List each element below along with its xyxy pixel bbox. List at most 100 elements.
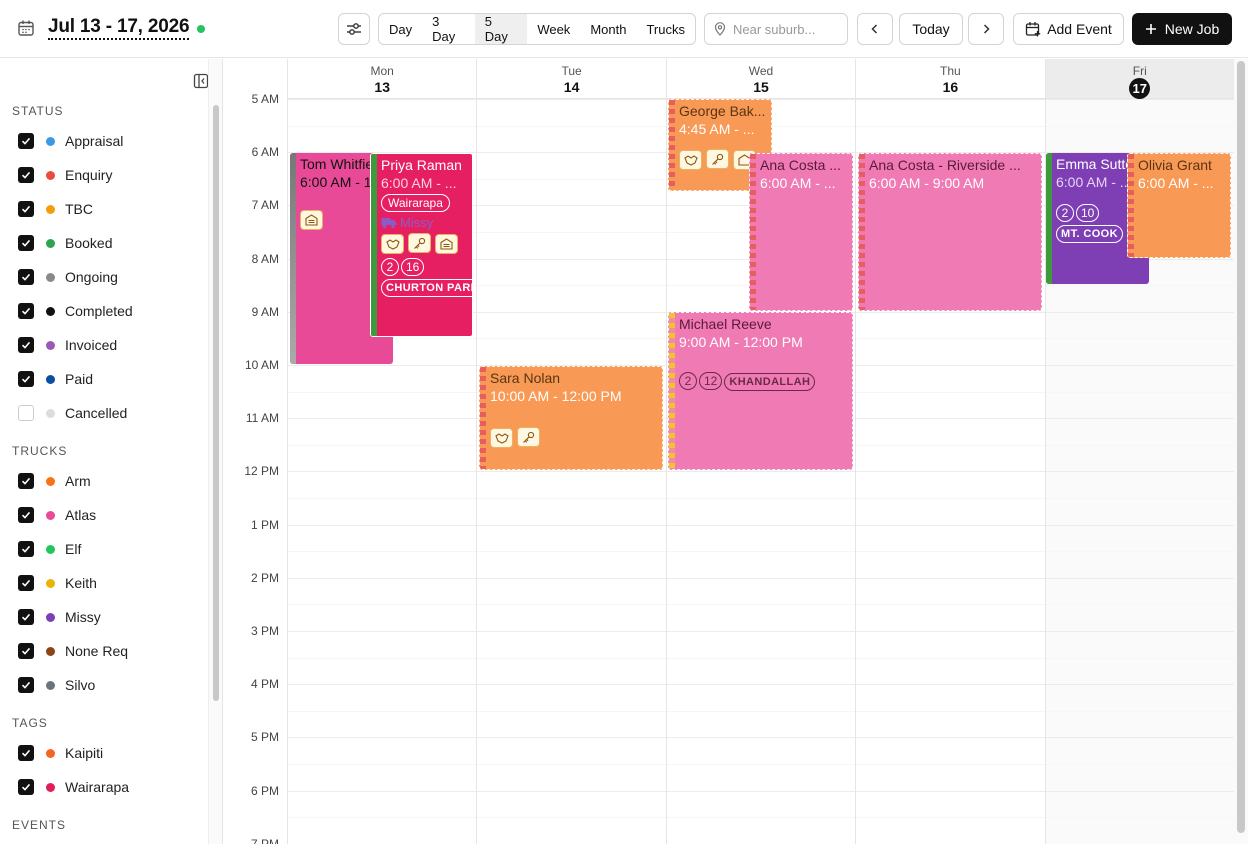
hour-label: 6 PM	[250, 783, 279, 798]
filter-label: Completed	[65, 303, 133, 319]
event-ana-costa-wed[interactable]: Ana Costa ... 6:00 AM - ...	[749, 153, 853, 311]
status-filter-paid[interactable]: Paid	[18, 369, 93, 389]
event-priya-raman[interactable]: Priya Raman 6:00 AM - ... Wairarapa Miss…	[370, 153, 473, 337]
event-time: 4:45 AM - ...	[679, 121, 755, 137]
filter-label: Wairarapa	[65, 779, 130, 795]
event-title: Priya Raman	[381, 157, 462, 173]
view-3day-button[interactable]: 3 Day	[422, 14, 475, 44]
checkbox[interactable]	[18, 643, 34, 659]
status-filter-ongoing[interactable]: Ongoing	[18, 267, 118, 287]
day-number: 13	[374, 79, 390, 95]
tag-pill: Wairarapa	[381, 194, 450, 212]
day-name: Wed	[748, 64, 774, 78]
half-hour-gridline	[288, 710, 1235, 712]
filter-label: Invoiced	[65, 337, 118, 353]
calendar-grid: 5 AM 6 AM 7 AM 8 AM 9 AM 10 AM 11 AM 12 PM 1 PM 2…	[224, 59, 1248, 844]
day-header-tue[interactable]: Tue 14	[477, 59, 667, 99]
filter-label: Elf	[65, 541, 82, 557]
truck-filter-keith[interactable]: Keith	[18, 573, 97, 593]
day-header-fri[interactable]: Fri 17	[1045, 59, 1235, 99]
sidebar-scroll-thumb[interactable]	[213, 105, 219, 701]
status-filter-booked[interactable]: Booked	[18, 233, 112, 253]
status-filter-enquiry[interactable]: Enquiry	[18, 165, 112, 185]
event-olivia-grant[interactable]: Olivia Grant 6:00 AM - ...	[1127, 153, 1231, 258]
count-badge: 2	[381, 257, 399, 276]
color-dot	[46, 612, 55, 622]
add-event-button[interactable]: Add Event	[1013, 13, 1124, 45]
truck-filter-atlas[interactable]: Atlas	[18, 505, 96, 525]
tag-filter-kaipiti[interactable]: Kaipiti	[18, 743, 103, 763]
view-trucks-button[interactable]: Trucks	[636, 14, 695, 44]
check-icon	[21, 205, 31, 213]
day-header-wed[interactable]: Wed 15	[666, 59, 857, 99]
previous-button[interactable]	[857, 13, 893, 45]
day-header-mon[interactable]: Mon 13	[288, 59, 478, 99]
view-week-button[interactable]: Week	[527, 14, 580, 44]
checkbox[interactable]	[18, 745, 34, 761]
check-icon	[21, 239, 31, 247]
hour-label: 3 PM	[250, 624, 279, 638]
filter-label: Cancelled	[65, 405, 128, 421]
today-button[interactable]: Today	[899, 13, 963, 45]
color-dot	[46, 544, 55, 554]
new-job-button[interactable]: New Job	[1132, 13, 1232, 45]
day-header-thu[interactable]: Thu 16	[856, 59, 1046, 99]
checkbox[interactable]	[18, 473, 34, 489]
checkbox[interactable]	[18, 269, 34, 285]
hour-label: 10 AM	[244, 358, 279, 372]
event-time: 6:00 AM - ...	[381, 175, 457, 191]
calendar-scrollbar[interactable]	[1234, 59, 1248, 844]
view-month-button[interactable]: Month	[580, 14, 636, 44]
truck-filter-none-req[interactable]: None Req	[18, 641, 128, 661]
day-number: 17	[1129, 78, 1151, 99]
color-dot	[46, 680, 55, 690]
checkbox[interactable]	[18, 133, 34, 149]
status-filter-completed[interactable]: Completed	[18, 301, 133, 321]
garage-icon	[435, 233, 458, 254]
checkbox[interactable]	[18, 167, 34, 183]
next-button[interactable]	[968, 13, 1004, 45]
checkbox[interactable]	[18, 575, 34, 591]
checkbox[interactable]	[18, 779, 34, 795]
collapse-sidebar-icon[interactable]	[193, 73, 209, 89]
day-column-divider	[855, 99, 857, 844]
trucks-section-title: TRUCKS	[12, 444, 68, 458]
checkbox[interactable]	[18, 235, 34, 251]
checkbox[interactable]	[18, 337, 34, 353]
status-filter-cancelled[interactable]: Cancelled	[18, 403, 127, 423]
tag-filter-wairarapa[interactable]: Wairarapa	[18, 777, 129, 797]
checkbox[interactable]	[18, 507, 34, 523]
truck-filter-missy[interactable]: Missy	[18, 607, 101, 627]
truck-filter-arm[interactable]: Arm	[18, 471, 91, 491]
view-5day-button[interactable]: 5 Day	[474, 14, 528, 44]
half-hour-gridline	[288, 657, 1235, 659]
event-ana-costa-thu[interactable]: Ana Costa - Riverside ... 6:00 AM - 9:00…	[858, 153, 1042, 311]
status-filter-tbc[interactable]: TBC	[18, 199, 93, 219]
checkbox[interactable]	[18, 609, 34, 625]
status-filter-invoiced[interactable]: Invoiced	[18, 335, 117, 355]
checkbox[interactable]	[18, 677, 34, 693]
sidebar-scrollbar[interactable]	[208, 59, 222, 844]
hour-label: 2 PM	[250, 570, 279, 585]
event-sara-nolan[interactable]: Sara Nolan 10:00 AM - 12:00 PM	[479, 366, 663, 470]
hour-gridline	[288, 631, 1235, 632]
filter-settings-button[interactable]	[338, 13, 370, 45]
hour-label: 4 PM	[250, 677, 279, 692]
truck-label: Missy	[381, 215, 472, 230]
checkbox[interactable]	[18, 405, 34, 421]
truck-filter-silvo[interactable]: Silvo	[18, 675, 95, 695]
chevron-left-icon	[871, 24, 878, 34]
checkbox[interactable]	[18, 371, 34, 387]
date-range-picker[interactable]: Jul 13 - 17, 2026	[48, 16, 190, 40]
event-michael-reeve[interactable]: Michael Reeve 9:00 AM - 12:00 PM 2 12 KHAN…	[668, 312, 853, 470]
checkbox[interactable]	[18, 201, 34, 217]
filter-label: Appraisal	[65, 133, 124, 149]
view-day-button[interactable]: Day	[379, 14, 422, 44]
truck-filter-elf[interactable]: Elf	[18, 539, 81, 559]
status-filter-appraisal[interactable]: Appraisal	[18, 131, 123, 151]
checkbox[interactable]	[18, 541, 34, 557]
checkbox[interactable]	[18, 303, 34, 319]
check-icon	[21, 307, 31, 315]
suburb-search-input[interactable]	[733, 21, 843, 37]
calendar-scroll-thumb[interactable]	[1237, 61, 1245, 833]
